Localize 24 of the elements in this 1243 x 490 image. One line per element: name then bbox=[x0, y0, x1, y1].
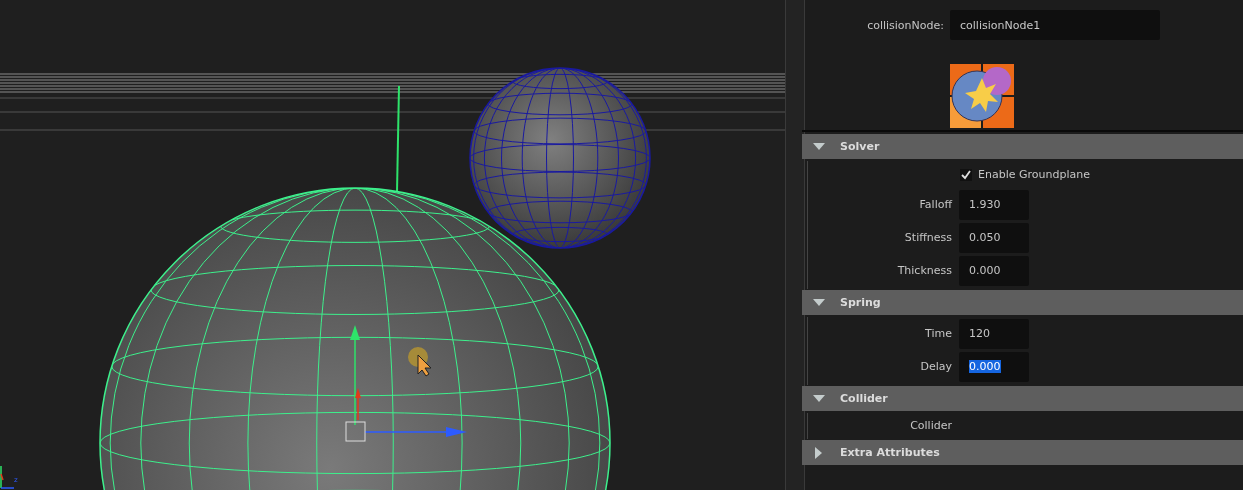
value-field[interactable]: 0.050 bbox=[959, 222, 1029, 253]
node-name-field[interactable]: collisionNode1 bbox=[950, 10, 1160, 40]
cursor-icon bbox=[408, 347, 432, 377]
move-manipulator-drawing[interactable] bbox=[345, 325, 467, 442]
sphere-drawing[interactable] bbox=[469, 67, 651, 249]
node-label: collisionNode: bbox=[866, 18, 944, 32]
field-label: Falloff bbox=[918, 198, 952, 211]
checkbox[interactable] bbox=[960, 168, 972, 181]
section-header[interactable]: Spring bbox=[802, 290, 1243, 315]
value-field[interactable]: 0.000 bbox=[959, 351, 1029, 382]
field-label: Stiffness bbox=[903, 231, 952, 244]
section-header[interactable]: Collider bbox=[802, 386, 1243, 411]
field-label: Time bbox=[924, 327, 952, 340]
section-header[interactable]: Solver bbox=[802, 134, 1243, 159]
checkbox-label: Enable Groundplane bbox=[978, 168, 1090, 181]
value-field[interactable]: 120 bbox=[959, 318, 1029, 349]
value-field[interactable]: 1.930 bbox=[959, 189, 1029, 220]
axis-gizmo-icon bbox=[0, 465, 15, 489]
field-label: Delay bbox=[919, 360, 952, 373]
attribute-label: Collider bbox=[909, 418, 952, 432]
value-field[interactable]: 0.000 bbox=[959, 255, 1029, 286]
section-header[interactable]: Extra Attributes bbox=[802, 440, 1243, 465]
field-label: Thickness bbox=[896, 264, 952, 277]
collision-node-icon bbox=[950, 64, 1014, 128]
